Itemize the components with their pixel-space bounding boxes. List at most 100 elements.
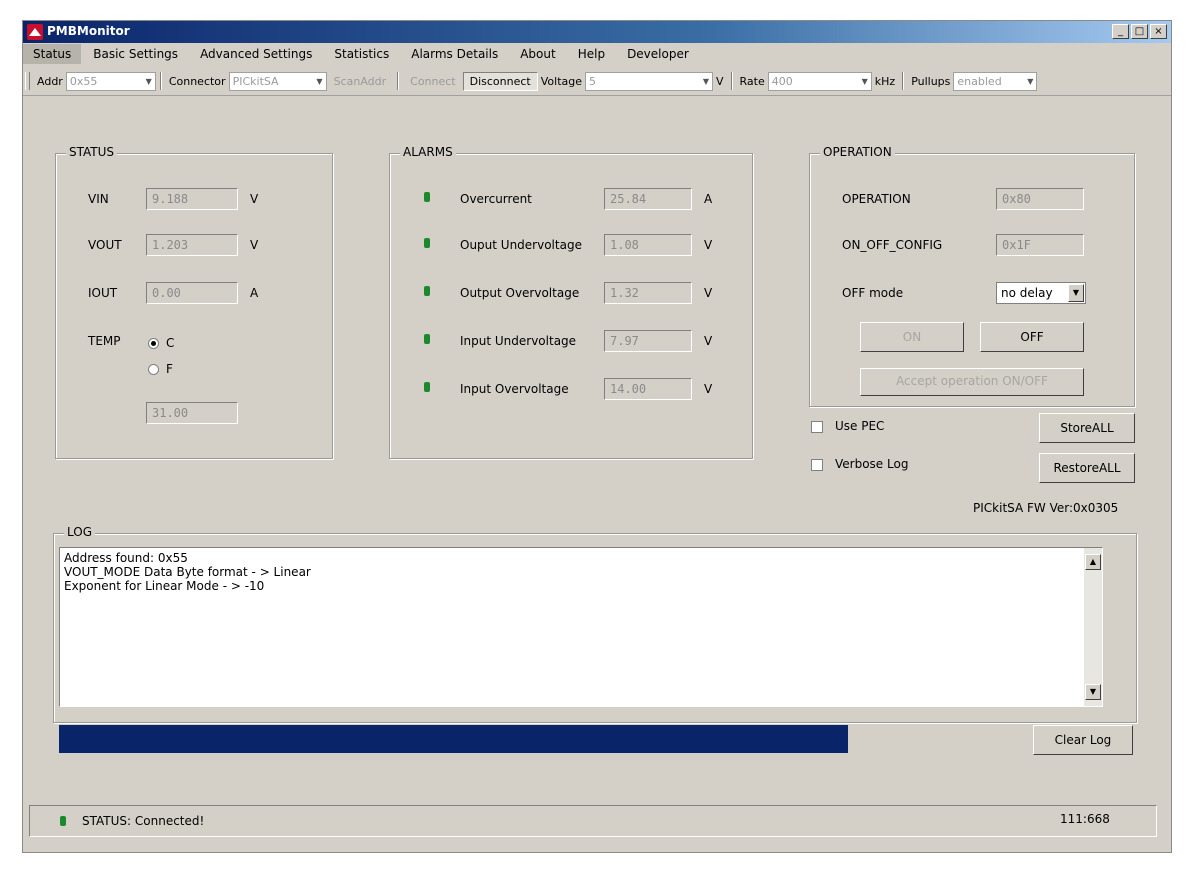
verbose-log-label: Verbose Log — [835, 457, 909, 471]
addr-label: Addr — [37, 74, 63, 88]
alarm-input-overvoltage-unit: V — [704, 382, 713, 396]
alarm-input-overvoltage-label: Input Overvoltage — [460, 382, 569, 396]
status-bar-text: STATUS: Connected! — [82, 814, 205, 828]
on-off-config-value: 0x1F — [996, 234, 1084, 256]
vout-unit: V — [250, 238, 259, 252]
chevron-down-icon: ▼ — [702, 76, 709, 86]
vin-label: VIN — [88, 192, 109, 206]
rate-select[interactable]: 400 ▼ — [767, 71, 872, 91]
log-line: Exponent for Linear Mode - > -10 — [64, 579, 265, 593]
alarm-led-icon — [424, 382, 430, 392]
menu-advanced-settings[interactable]: Advanced Settings — [190, 44, 322, 64]
clear-log-button[interactable]: Clear Log — [1033, 725, 1133, 755]
vin-unit: V — [250, 192, 259, 206]
connector-value: PICkitSA — [232, 74, 279, 88]
connector-select[interactable]: PICkitSA ▼ — [228, 71, 327, 91]
verbose-log-checkbox[interactable] — [811, 459, 823, 471]
rate-value: 400 — [771, 74, 793, 88]
menu-bar: Status Basic Settings Advanced Settings … — [23, 43, 1171, 65]
close-button[interactable]: × — [1150, 24, 1167, 39]
chevron-down-icon: ▼ — [861, 76, 868, 86]
connector-label: Connector — [168, 74, 226, 88]
app-logo-icon — [27, 24, 43, 40]
menu-statistics[interactable]: Statistics — [324, 44, 399, 64]
scan-addr-button[interactable]: ScanAddr — [327, 72, 394, 91]
voltage-select[interactable]: 5 ▼ — [585, 71, 713, 91]
operation-group-title: OPERATION — [820, 145, 895, 159]
temp-celsius-radio[interactable] — [148, 338, 159, 349]
log-scrollbar[interactable]: ▲ ▼ — [1084, 548, 1102, 706]
operation-group: OPERATION OPERATION 0x80 ON_OFF_CONFIG 0… — [809, 145, 1135, 407]
chevron-down-icon: ▼ — [1027, 76, 1034, 86]
pullups-select[interactable]: enabled ▼ — [953, 71, 1038, 91]
use-pec-label: Use PEC — [835, 419, 885, 433]
operation-label: OPERATION — [842, 192, 911, 206]
toolbar: Addr 0x55 ▼ Connector PICkitSA ▼ ScanAddr … — [23, 67, 1171, 96]
scroll-down-icon[interactable]: ▼ — [1085, 684, 1101, 700]
progress-bar — [59, 725, 848, 753]
toolbar-divider — [397, 72, 400, 90]
status-bar-coordinates: 111:668 — [1060, 812, 1110, 826]
connection-led-icon — [60, 816, 66, 826]
pullups-label: Pullups — [911, 74, 951, 88]
status-group: STATUS VIN 9.188 V VOUT 1.203 V IOUT 0.0… — [55, 145, 333, 459]
off-mode-label: OFF mode — [842, 286, 904, 300]
on-off-config-label: ON_OFF_CONFIG — [842, 238, 943, 252]
alarm-output-overvoltage-unit: V — [704, 286, 713, 300]
off-button[interactable]: OFF — [980, 322, 1084, 352]
minimize-button[interactable]: _ — [1112, 24, 1129, 39]
iout-unit: A — [250, 286, 259, 300]
alarms-group: ALARMS Overcurrent 25.84 A Ouput Undervo… — [389, 145, 753, 459]
alarm-led-icon — [424, 286, 430, 296]
on-button[interactable]: ON — [860, 322, 964, 352]
alarm-led-icon — [424, 192, 430, 202]
alarm-overcurrent-value: 25.84 — [604, 188, 692, 210]
chevron-down-icon: ▼ — [145, 76, 152, 86]
menu-about[interactable]: About — [510, 44, 565, 64]
restore-all-button[interactable]: RestoreALL — [1039, 453, 1135, 483]
alarm-input-undervoltage-label: Input Undervoltage — [460, 334, 577, 348]
window-title: PMBMonitor — [47, 24, 130, 38]
menu-status[interactable]: Status — [23, 44, 82, 64]
alarm-output-undervoltage-unit: V — [704, 238, 713, 252]
temp-fahrenheit-radio[interactable] — [148, 364, 159, 375]
off-mode-value: no delay — [1001, 286, 1053, 300]
accept-operation-button[interactable]: Accept operation ON/OFF — [860, 368, 1084, 396]
firmware-version: PICkitSA FW Ver:0x0305 — [973, 501, 1119, 515]
temp-value: 31.00 — [146, 402, 238, 424]
alarm-led-icon — [424, 238, 430, 248]
addr-value: 0x55 — [69, 74, 98, 88]
iout-label: IOUT — [88, 286, 118, 300]
toolbar-divider — [730, 72, 733, 90]
rate-label: Rate — [739, 74, 765, 88]
scroll-up-icon[interactable]: ▲ — [1085, 554, 1101, 570]
toolbar-grip[interactable] — [25, 72, 30, 90]
menu-help[interactable]: Help — [568, 44, 615, 64]
off-mode-select[interactable]: no delay ▼ — [996, 282, 1086, 304]
iout-value: 0.00 — [146, 282, 238, 304]
menu-basic-settings[interactable]: Basic Settings — [83, 44, 188, 64]
temp-fahrenheit-label: F — [166, 362, 173, 376]
alarm-input-undervoltage-value: 7.97 — [604, 330, 692, 352]
maximize-button[interactable]: □ — [1131, 24, 1148, 39]
menu-developer[interactable]: Developer — [617, 44, 699, 64]
menu-alarms-details[interactable]: Alarms Details — [401, 44, 508, 64]
use-pec-checkbox[interactable] — [811, 421, 823, 433]
toolbar-divider — [902, 72, 905, 90]
chevron-down-icon: ▼ — [316, 76, 323, 86]
addr-select[interactable]: 0x55 ▼ — [65, 71, 156, 91]
connect-button[interactable]: Connect — [403, 72, 462, 91]
voltage-value: 5 — [589, 74, 596, 88]
alarm-output-undervoltage-label: Ouput Undervoltage — [460, 238, 582, 252]
disconnect-button[interactable]: Disconnect — [462, 71, 538, 91]
vin-value: 9.188 — [146, 188, 238, 210]
title-bar[interactable]: PMBMonitor _ □ × — [23, 21, 1171, 43]
alarm-output-overvoltage-value: 1.32 — [604, 282, 692, 304]
vout-value: 1.203 — [146, 234, 238, 256]
alarm-led-icon — [424, 334, 430, 344]
alarm-output-undervoltage-value: 1.08 — [604, 234, 692, 256]
alarm-overcurrent-label: Overcurrent — [460, 192, 532, 206]
store-all-button[interactable]: StoreALL — [1039, 413, 1135, 443]
log-textarea[interactable]: Address found: 0x55 VOUT_MODE Data Byte … — [59, 547, 1103, 707]
voltage-label: Voltage — [540, 74, 582, 88]
